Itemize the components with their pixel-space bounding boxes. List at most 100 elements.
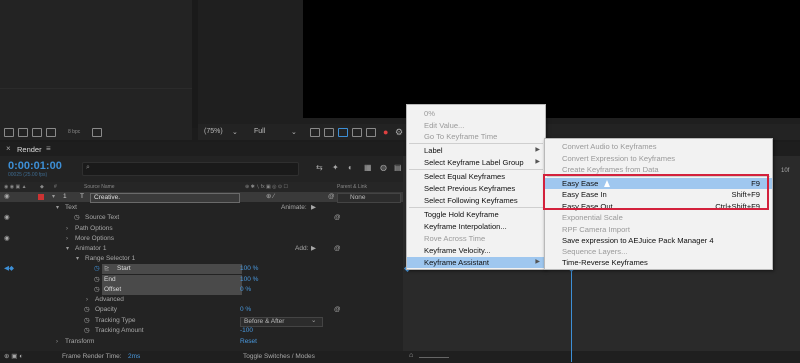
- chevron-down-icon[interactable]: ⌄: [232, 128, 238, 136]
- footer-icons[interactable]: ⊕ ▣ ◐: [4, 351, 23, 363]
- context-menu-item[interactable]: Select Following Keyframes: [407, 195, 545, 206]
- animator-label: Animator 1: [75, 245, 107, 252]
- switch-icons[interactable]: ⊕ ∕: [266, 192, 274, 202]
- render-time-label: Frame Render Time:: [62, 353, 122, 360]
- stopwatch-icon[interactable]: ◷: [94, 264, 100, 274]
- frame-blending-icon[interactable]: ▦: [364, 163, 372, 172]
- tracking-amount-value[interactable]: -100: [240, 326, 253, 336]
- eye-icon[interactable]: ◉: [4, 234, 10, 244]
- shy-icon[interactable]: ◐: [348, 163, 353, 172]
- opacity-value[interactable]: 0 %: [240, 305, 251, 315]
- current-time-display[interactable]: 0:00:01:00: [8, 160, 62, 172]
- channel-icon[interactable]: [366, 128, 376, 137]
- zoom-select[interactable]: (75%): [204, 128, 223, 135]
- transparency-grid-icon[interactable]: [324, 128, 334, 137]
- property-row: ◷ Opacity 0 % @: [0, 305, 403, 315]
- stopwatch-icon[interactable]: ◷: [84, 326, 90, 336]
- menu-icon[interactable]: ≡: [46, 144, 51, 153]
- chevron-down-icon[interactable]: ⌄: [291, 128, 297, 136]
- chevron-right-icon: ▶: [535, 259, 540, 265]
- context-menu-item[interactable]: Toggle Hold Keyframe: [407, 209, 545, 220]
- collapse-icon[interactable]: ›: [66, 224, 68, 234]
- color-icon[interactable]: ●: [383, 127, 388, 137]
- submenu-item[interactable]: Time-Reverse Keyframes: [545, 257, 772, 268]
- expression-icon[interactable]: @: [334, 244, 341, 254]
- eye-icon[interactable]: ◉: [4, 213, 10, 223]
- text-layer-icon: T: [80, 193, 84, 200]
- stopwatch-icon[interactable]: ◷: [74, 213, 80, 223]
- end-value[interactable]: 100 %: [240, 275, 258, 285]
- stopwatch-icon[interactable]: ◷: [94, 275, 100, 285]
- animate-menu-icon[interactable]: ▶: [311, 203, 316, 213]
- search-input[interactable]: ⌕: [82, 162, 299, 176]
- chevron-right-icon: ▶: [535, 147, 540, 153]
- mask-visibility-icon[interactable]: [338, 128, 348, 137]
- expand-icon[interactable]: ▾: [56, 203, 59, 213]
- menu-item-label: Keyframe Interpolation...: [424, 222, 507, 231]
- add-menu-icon[interactable]: ▶: [311, 244, 316, 254]
- source-name-header[interactable]: Source Name: [84, 184, 115, 190]
- collapse-icon[interactable]: ›: [56, 337, 58, 347]
- pick-whip-icon[interactable]: @: [328, 192, 335, 202]
- offset-value[interactable]: 0 %: [240, 285, 251, 295]
- property-row[interactable]: ◀◆ ◷ ⊵ Start 100 %: [0, 264, 403, 274]
- timeline-tab[interactable]: Render: [17, 145, 42, 154]
- toggle-switches-button[interactable]: Toggle Switches / Modes: [243, 351, 315, 363]
- grid-guides-icon[interactable]: [352, 128, 362, 137]
- playhead[interactable]: [571, 262, 572, 362]
- expand-icon[interactable]: ▾: [66, 244, 69, 254]
- stopwatch-icon[interactable]: ◷: [84, 305, 90, 315]
- parent-select[interactable]: None: [337, 193, 401, 203]
- context-menu-item[interactable]: Select Equal Keyframes: [407, 171, 545, 182]
- transform-reset[interactable]: Reset: [240, 337, 257, 347]
- property-row[interactable]: ◷ Offset 0 %: [0, 285, 403, 295]
- expression-icon[interactable]: @: [334, 213, 341, 223]
- expand-icon[interactable]: ▾: [52, 192, 55, 202]
- collapse-icon[interactable]: ›: [86, 295, 88, 305]
- expand-icon[interactable]: ▾: [76, 254, 79, 264]
- menu-item-label: Select Equal Keyframes: [424, 172, 506, 181]
- expression-icon[interactable]: @: [334, 305, 341, 315]
- submenu-item[interactable]: Save expression to AEJuice Pack Manager …: [545, 235, 772, 246]
- zoom-slider[interactable]: [419, 357, 449, 358]
- interpret-footage-icon[interactable]: [4, 128, 14, 137]
- project-settings-icon[interactable]: [46, 128, 56, 137]
- context-menu-item[interactable]: Keyframe Velocity...: [407, 245, 545, 256]
- offset-label: Offset: [104, 286, 122, 293]
- stopwatch-icon[interactable]: ◷: [84, 316, 90, 326]
- gear-icon[interactable]: ⚙: [395, 127, 403, 138]
- collapse-icon[interactable]: ›: [66, 234, 68, 244]
- new-composition-icon[interactable]: [32, 128, 42, 137]
- frame-count: 00025 (25.00 fps): [8, 172, 48, 178]
- start-value[interactable]: 100 %: [240, 264, 258, 274]
- submenu-item: Convert Expression to Keyframes: [545, 153, 772, 164]
- graph-editor-icon[interactable]: ▤: [394, 163, 402, 172]
- close-icon[interactable]: ×: [6, 144, 11, 153]
- layer-name[interactable]: Creative.: [90, 193, 240, 203]
- zoom-slider-bar[interactable]: ⌂: [403, 351, 800, 363]
- zoom-out-icon[interactable]: ⌂: [409, 352, 413, 359]
- new-folder-icon[interactable]: [18, 128, 28, 137]
- composition-viewer[interactable]: [303, 0, 800, 118]
- property-row[interactable]: ◷ End 100 %: [0, 275, 403, 285]
- context-menu-item[interactable]: Keyframe Interpolation...: [407, 221, 545, 232]
- context-menu-item[interactable]: Label ▶: [407, 145, 545, 156]
- comp-flowchart-icon[interactable]: ⇆: [316, 163, 323, 172]
- trash-icon[interactable]: [92, 128, 102, 137]
- context-menu-item[interactable]: Keyframe Assistant ▶: [407, 257, 545, 268]
- resolution-select[interactable]: Full: [254, 128, 265, 135]
- layer-number: 1: [63, 193, 67, 200]
- draft-3d-icon[interactable]: ✦: [332, 163, 339, 172]
- context-menu-item[interactable]: Select Keyframe Label Group ▶: [407, 157, 545, 168]
- context-menu-item: Rove Across Time: [407, 233, 545, 244]
- eye-icon[interactable]: ◉: [4, 192, 10, 202]
- region-of-interest-icon[interactable]: [310, 128, 320, 137]
- nav-prev-keyframe-icon[interactable]: ◀◆: [4, 264, 14, 274]
- stopwatch-icon[interactable]: ◷: [94, 285, 100, 295]
- motion-blur-icon[interactable]: ◍: [380, 163, 387, 172]
- bpc-label[interactable]: 8 bpc: [68, 129, 80, 135]
- graph-icon[interactable]: ⊵: [104, 264, 109, 274]
- context-menu-item[interactable]: Select Previous Keyframes: [407, 183, 545, 194]
- timeline-footer: ⊕ ▣ ◐ Frame Render Time: 2ms Toggle Swit…: [0, 351, 403, 363]
- label-color-icon[interactable]: [38, 194, 44, 200]
